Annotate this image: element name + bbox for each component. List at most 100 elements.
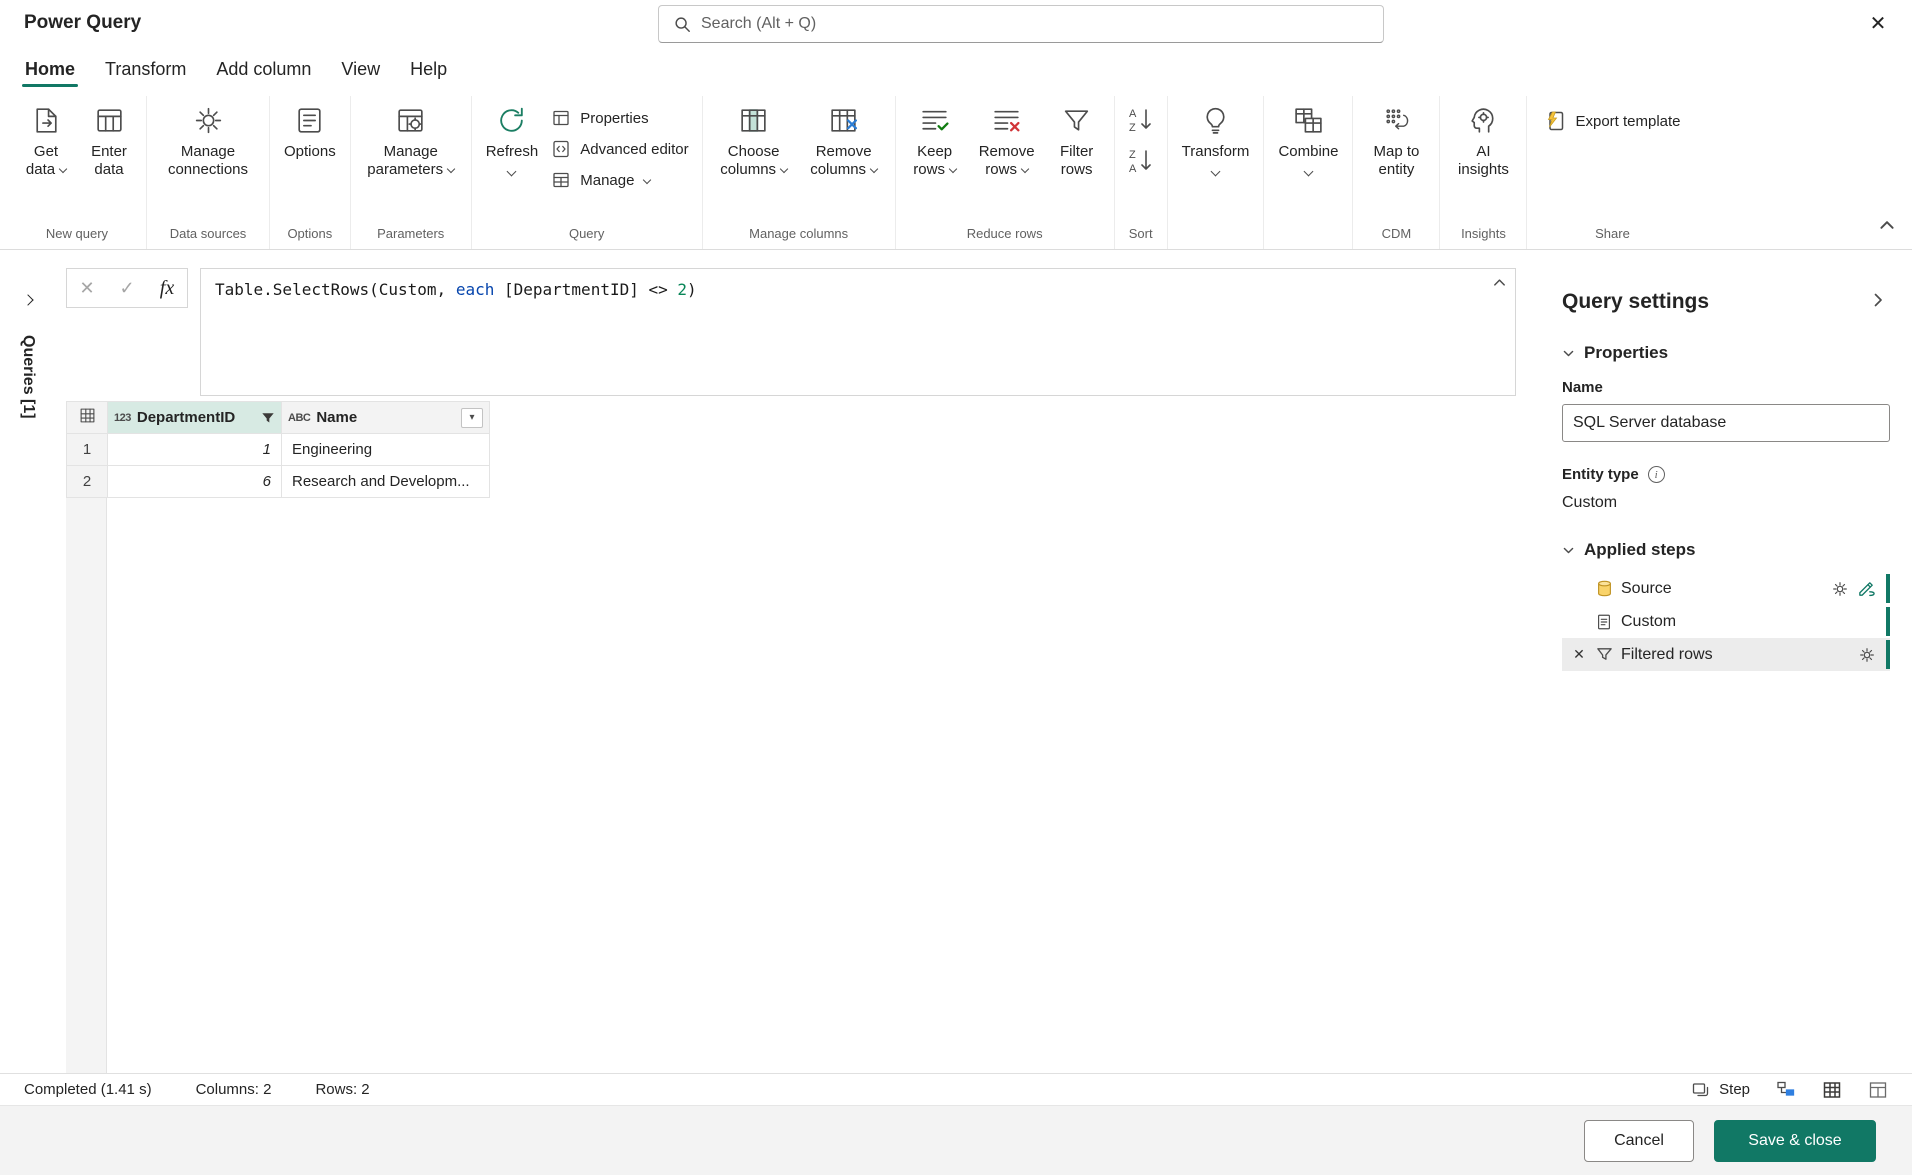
step-settings-gear-icon[interactable] [1858, 646, 1876, 664]
collapse-settings-panel-button[interactable] [1866, 288, 1890, 315]
step-status-bar [1886, 574, 1890, 603]
enter-data-button[interactable]: Enter data [79, 96, 139, 183]
properties-button[interactable]: Properties [551, 108, 688, 128]
step-status-bar [1886, 607, 1890, 636]
entity-type-value: Custom [1562, 494, 1618, 511]
properties-section-toggle[interactable]: Properties [1562, 343, 1890, 363]
row-number[interactable]: 1 [66, 433, 108, 466]
collapse-ribbon-button[interactable] [1878, 216, 1896, 237]
ribbon-group-cdm: Map to entity CDM [1352, 96, 1439, 249]
schema-view-button[interactable] [1868, 1080, 1888, 1100]
applied-step-custom[interactable]: Custom [1562, 605, 1890, 638]
combine-button[interactable]: Combine [1271, 96, 1345, 179]
choose-columns-button[interactable]: Choose columns [710, 96, 798, 183]
keep-rows-button[interactable]: Keep rows [903, 96, 967, 183]
gear-icon [195, 107, 221, 134]
entity-type-label: Entity type [1562, 466, 1639, 483]
manage-label: Manage [580, 171, 635, 189]
tab-add-column[interactable]: Add column [201, 46, 326, 92]
step-view-button[interactable]: Step [1691, 1080, 1750, 1100]
filter-applied-icon[interactable] [261, 411, 275, 425]
cell-name[interactable]: Engineering [281, 433, 490, 466]
tab-home[interactable]: Home [10, 46, 90, 92]
query-name-input[interactable] [1562, 404, 1890, 442]
manage-parameters-icon [398, 109, 423, 132]
tab-transform[interactable]: Transform [90, 46, 201, 92]
svg-text:Z: Z [1129, 149, 1136, 161]
group-label-combine [1271, 223, 1345, 249]
transform-button[interactable]: Transform [1175, 96, 1257, 179]
refresh-button[interactable]: Refresh [479, 96, 546, 179]
options-button[interactable]: Options [277, 96, 343, 165]
svg-text:A: A [1129, 163, 1137, 175]
ai-insights-button[interactable]: AI insights [1447, 96, 1519, 183]
filter-rows-button[interactable]: Filter rows [1047, 96, 1107, 183]
query-settings-title: Query settings [1562, 289, 1710, 313]
advanced-editor-button[interactable]: Advanced editor [551, 139, 689, 159]
cell-departmentid[interactable]: 1 [107, 433, 282, 466]
cell-name[interactable]: Research and Developm... [281, 465, 490, 498]
cancel-button[interactable]: Cancel [1584, 1119, 1694, 1162]
tab-help[interactable]: Help [395, 46, 462, 92]
applied-step-source[interactable]: Source [1562, 572, 1890, 605]
row-number[interactable]: 2 [66, 465, 108, 498]
filter-rows-label: Filter rows [1059, 143, 1094, 178]
remove-rows-button[interactable]: Remove rows [969, 96, 1045, 183]
save-close-button[interactable]: Save & close [1714, 1119, 1876, 1162]
diagram-view-button[interactable] [1776, 1080, 1796, 1100]
status-completed: Completed (1.41 s) [24, 1081, 152, 1098]
formula-commit-icon[interactable]: ✓ [107, 269, 147, 307]
export-template-button[interactable]: Export template [1534, 96, 1690, 146]
sort-descending-button[interactable]: ZA [1126, 147, 1156, 178]
expand-queries-pane-button[interactable] [18, 286, 38, 313]
text-type-icon: ABC [288, 411, 311, 424]
edit-source-icon[interactable] [1857, 579, 1876, 598]
formula-cancel-icon[interactable]: ✕ [67, 269, 107, 307]
chevron-right-icon [22, 294, 34, 306]
column-header-name[interactable]: ABC Name ▾ [281, 401, 490, 434]
map-to-entity-button[interactable]: Map to entity [1360, 96, 1432, 183]
select-all-corner[interactable] [66, 401, 108, 434]
search-icon [675, 17, 690, 32]
collapse-formula-bar-button[interactable] [1492, 275, 1507, 293]
status-bar: Completed (1.41 s) Columns: 2 Rows: 2 St… [0, 1073, 1912, 1105]
tab-view[interactable]: View [326, 46, 395, 92]
search-box[interactable] [658, 5, 1384, 43]
applied-step-filtered-rows[interactable]: ✕ Filtered rows [1562, 638, 1890, 671]
data-view-button[interactable] [1822, 1080, 1842, 1100]
column-filter-dropdown[interactable]: ▾ [461, 407, 483, 428]
remove-columns-button[interactable]: Remove columns [800, 96, 888, 183]
applied-steps-section-toggle[interactable]: Applied steps [1562, 540, 1890, 560]
group-label-transform [1175, 223, 1257, 249]
fx-button[interactable]: fx [147, 269, 187, 307]
manage-parameters-button[interactable]: Manage parameters [358, 96, 464, 183]
choose-columns-label: Choose columns [720, 143, 780, 178]
export-template-label: Export template [1575, 112, 1681, 130]
content: Queries [1] ✕ ✓ fx Table.SelectRows(Cust… [0, 250, 1912, 1073]
step-settings-gear-icon[interactable] [1831, 580, 1849, 598]
queries-pane-collapsed: Queries [1] [0, 250, 56, 1073]
group-label-new-query: New query [45, 226, 109, 241]
get-data-button[interactable]: Get data [15, 96, 77, 183]
manage-connections-button[interactable]: Manage connections [154, 96, 262, 183]
info-icon[interactable]: i [1647, 466, 1665, 483]
column-header-departmentid[interactable]: 123 DepartmentID [107, 401, 282, 434]
close-icon[interactable]: ✕ [1862, 8, 1894, 38]
group-label-query: Query [568, 226, 605, 241]
sort-ascending-button[interactable]: AZ [1126, 106, 1156, 137]
transform-icon [1206, 107, 1225, 134]
manage-button[interactable]: Manage [551, 170, 688, 190]
manage-parameters-label: Manage parameters [367, 143, 444, 178]
step-label: Source [1621, 579, 1672, 597]
chevron-down-icon [869, 164, 879, 174]
cell-departmentid[interactable]: 6 [107, 465, 282, 498]
formula-input[interactable]: Table.SelectRows(Custom, each [Departmen… [200, 268, 1516, 396]
search-input[interactable] [701, 15, 1369, 33]
ribbon-group-reduce-rows: Keep rows Remove rows Filter rows Reduce… [894, 96, 1114, 249]
chevron-down-icon [948, 164, 958, 174]
chevron-up-icon [1494, 279, 1505, 286]
step-view-icon [1692, 1082, 1709, 1096]
delete-step-icon[interactable]: ✕ [1573, 646, 1585, 663]
keep-rows-label: Keep rows [913, 143, 953, 178]
fx-label: fx [159, 276, 175, 299]
